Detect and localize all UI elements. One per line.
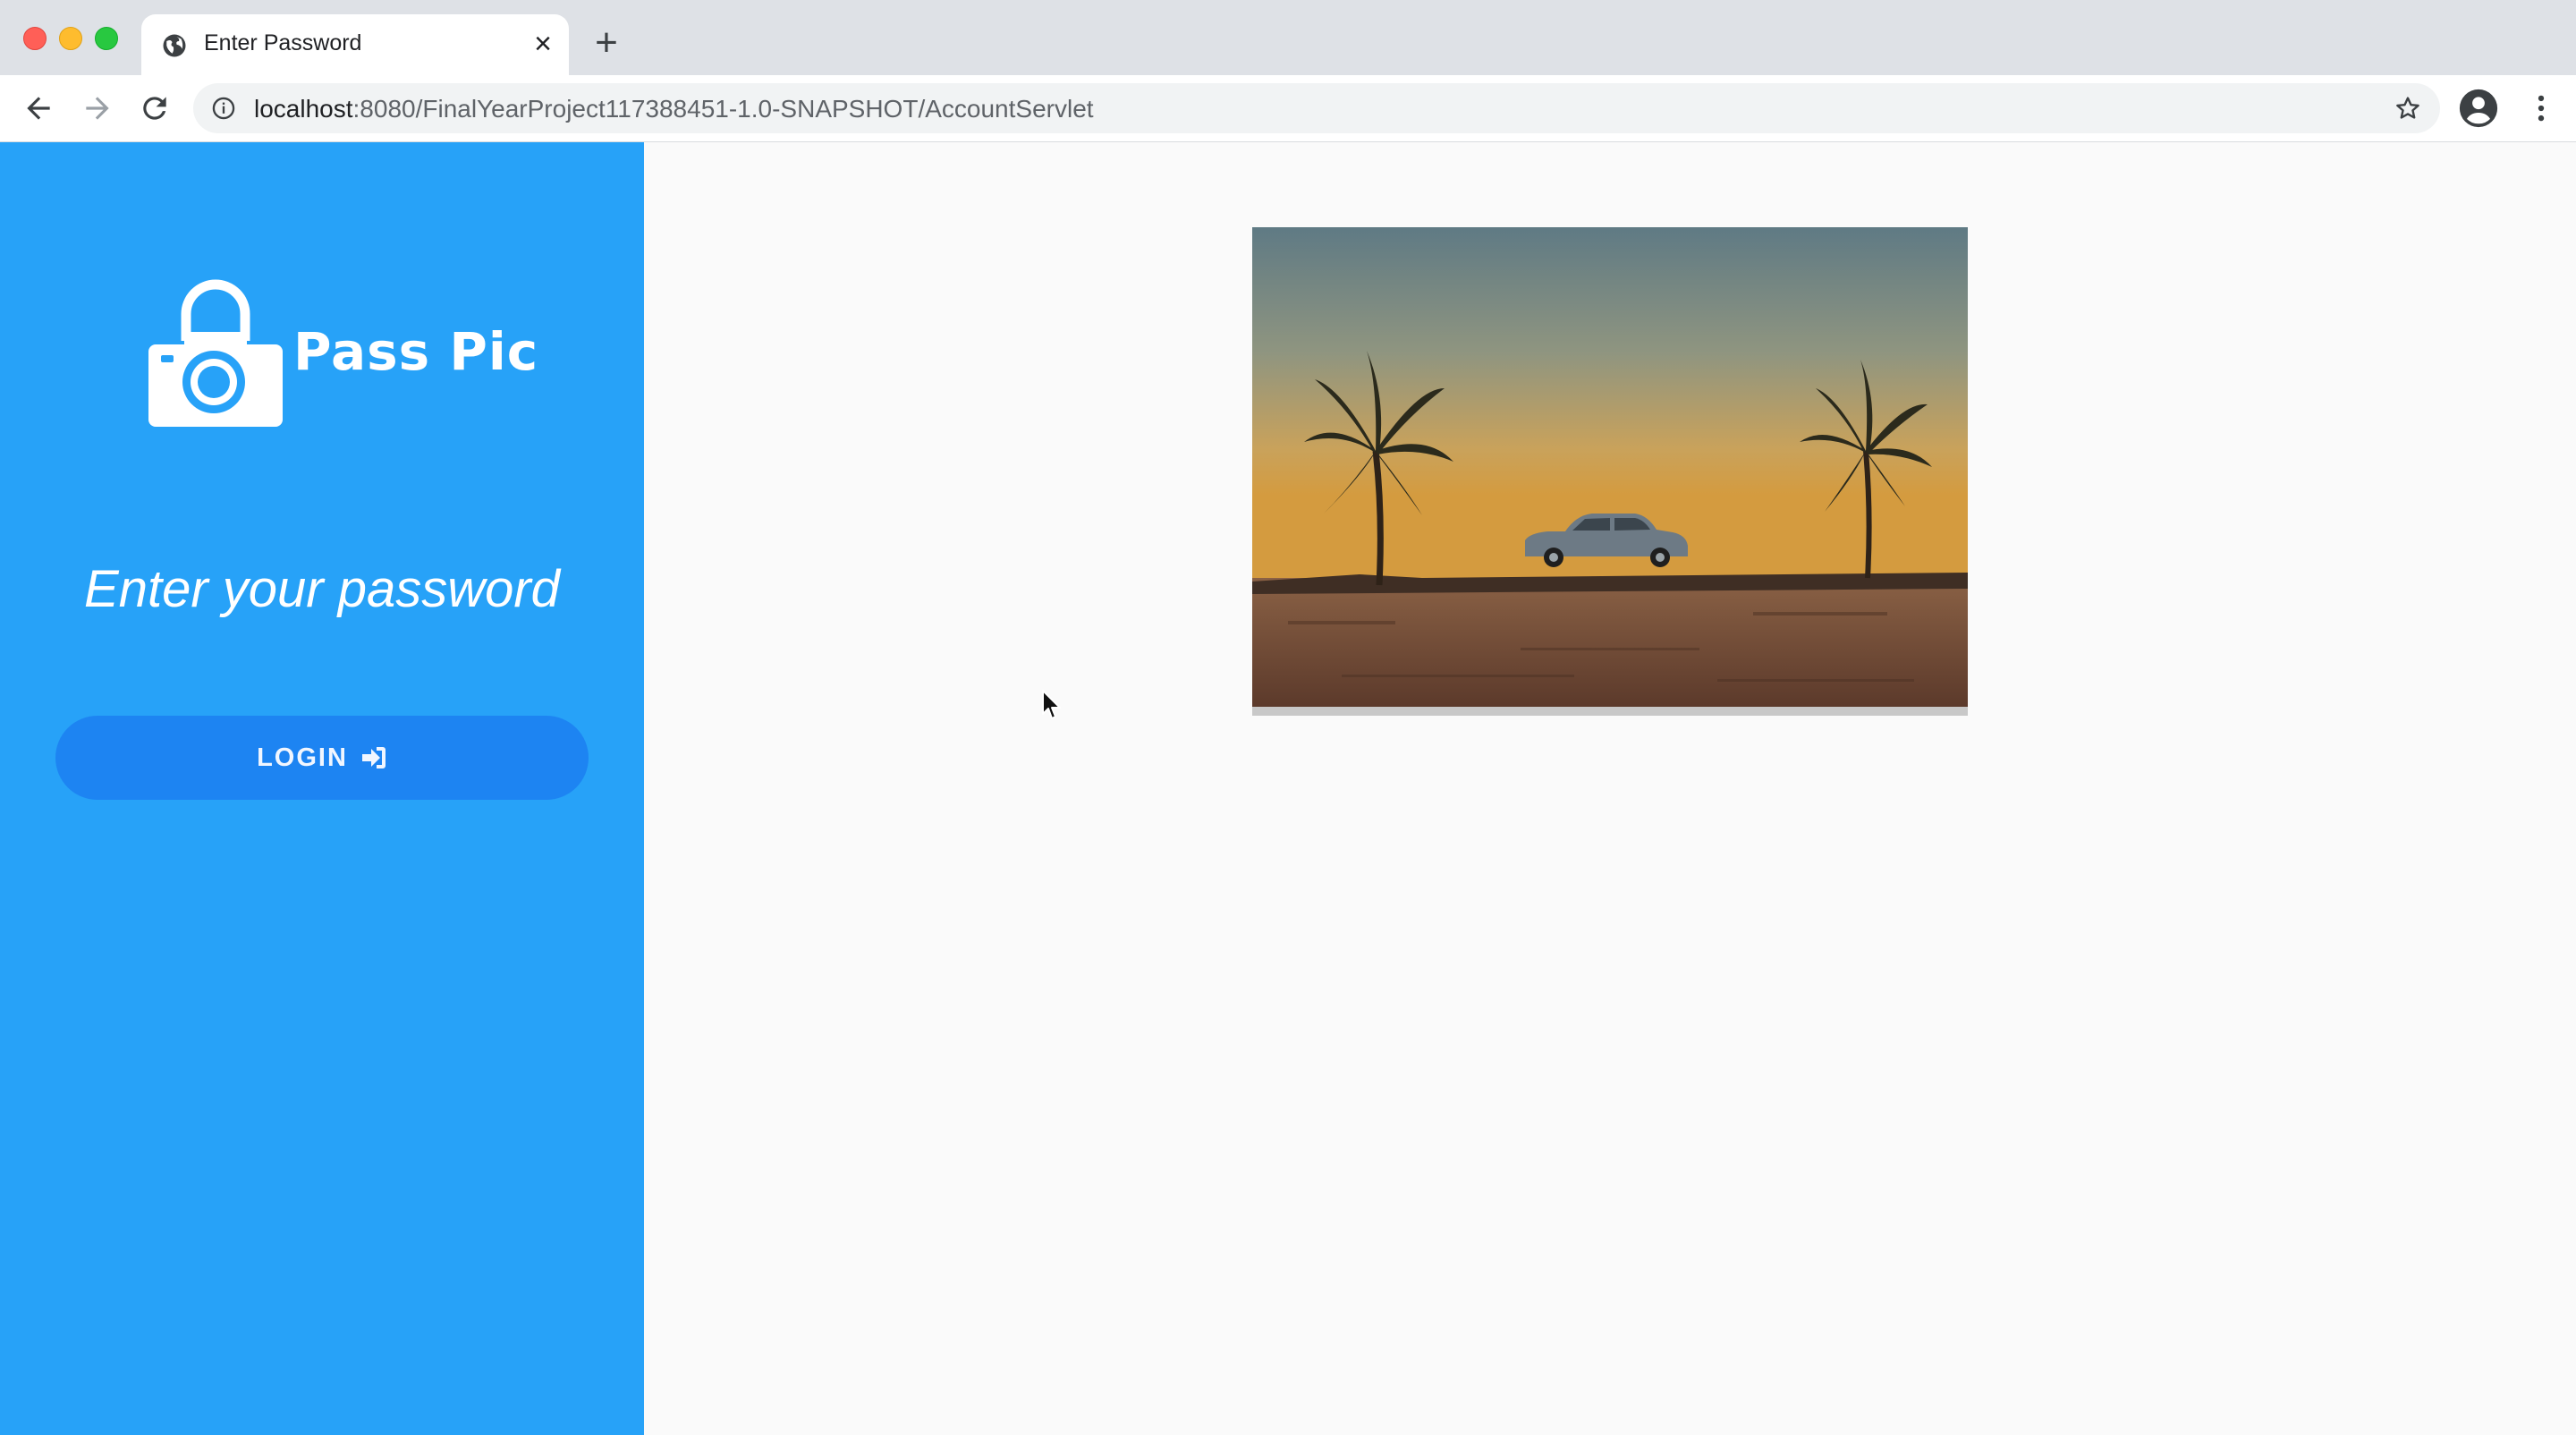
globe-icon: [163, 34, 186, 57]
page: Pass Pic Enter your password LOGIN: [0, 142, 2576, 1435]
url-text[interactable]: localhost:8080/FinalYearProject117388451…: [254, 95, 1094, 123]
arrow-right-icon[interactable]: [80, 91, 114, 125]
sign-in-icon: [361, 747, 386, 768]
window-zoom-button[interactable]: [95, 27, 118, 50]
url-path: :8080/FinalYearProject117388451-1.0-SNAP…: [352, 95, 1094, 123]
reload-icon[interactable]: [138, 91, 172, 125]
login-label: LOGIN: [257, 743, 348, 772]
kebab-menu-icon[interactable]: [2524, 91, 2558, 125]
window-minimize-button[interactable]: [59, 27, 82, 50]
url-host: localhost: [254, 95, 353, 123]
browser-tab[interactable]: Enter Password ×: [141, 14, 569, 75]
padlock-camera-icon: [148, 279, 283, 427]
tab-close-icon[interactable]: ×: [528, 29, 558, 59]
password-prompt: Enter your password: [84, 560, 560, 618]
password-image[interactable]: [1252, 227, 1968, 716]
address-bar[interactable]: localhost:8080/FinalYearProject117388451…: [193, 83, 2440, 133]
mouse-cursor-icon: [1042, 690, 1061, 719]
tab-title: Enter Password: [204, 30, 362, 55]
browser-toolbar: localhost:8080/FinalYearProject117388451…: [0, 75, 2576, 142]
browser-tab-bar: Enter Password × +: [0, 0, 2576, 75]
brand-name: Pass Pic: [293, 321, 539, 382]
login-button[interactable]: LOGIN: [55, 716, 589, 800]
arrow-left-icon[interactable]: [21, 91, 55, 125]
profile-icon[interactable]: [2458, 88, 2499, 129]
info-icon[interactable]: [211, 96, 236, 121]
sunset-car-palms-photo: [1252, 227, 1968, 707]
main-content: [644, 142, 2576, 1435]
sidebar: Pass Pic Enter your password LOGIN: [0, 142, 644, 1435]
star-icon[interactable]: [2394, 94, 2422, 123]
brand-logo: Pass Pic: [145, 275, 538, 427]
new-tab-button[interactable]: +: [590, 23, 623, 63]
window-close-button[interactable]: [23, 27, 47, 50]
